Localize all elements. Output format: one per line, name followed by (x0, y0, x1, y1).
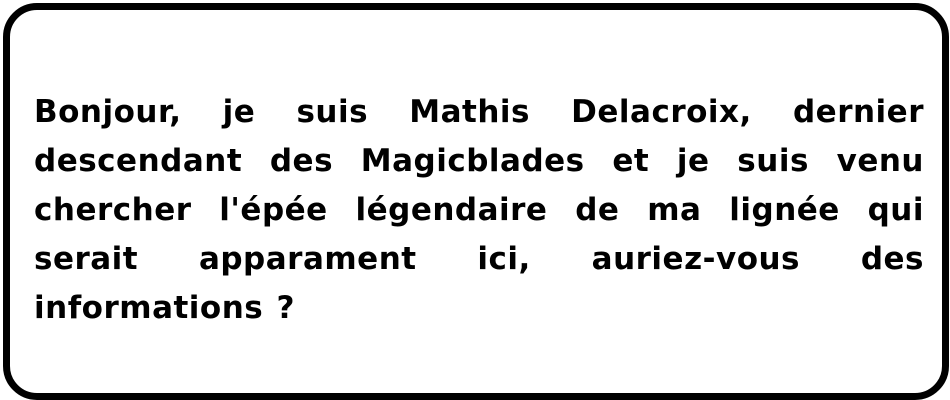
dialog-box[interactable]: Bonjour, je suis Mathis Delacroix, derni… (3, 3, 949, 400)
dialog-text: Bonjour, je suis Mathis Delacroix, derni… (34, 94, 924, 326)
